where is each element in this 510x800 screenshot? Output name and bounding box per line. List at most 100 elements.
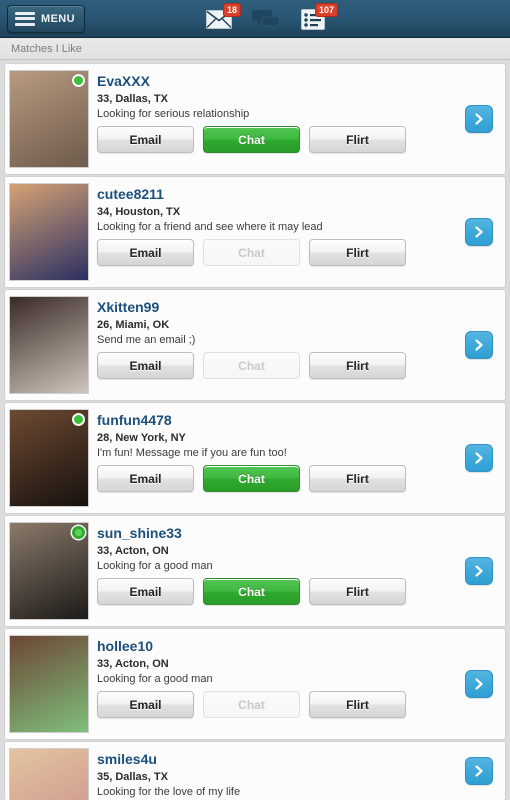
avatar[interactable]: [9, 70, 89, 168]
menu-button-label: MENU: [41, 12, 75, 25]
section-title-bar: Matches I Like: [0, 38, 510, 60]
chevron-right-icon: [475, 226, 483, 238]
flirt-button[interactable]: Flirt: [309, 578, 406, 605]
username[interactable]: sun_shine33: [97, 525, 445, 541]
email-button[interactable]: Email: [97, 465, 194, 492]
match-row[interactable]: EvaXXX 33, Dallas, TX Looking for serious …: [4, 63, 506, 175]
action-buttons: Email Chat Flirt: [97, 126, 406, 153]
match-row[interactable]: smiles4u 35, Dallas, TX Looking for the lo…: [4, 741, 506, 800]
flirt-button[interactable]: Flirt: [309, 352, 406, 379]
email-button[interactable]: Email: [97, 691, 194, 718]
chat-button: Chat: [203, 239, 300, 266]
app-header: MENU 18 107: [0, 0, 510, 38]
age-location: 34, Houston, TX: [97, 206, 181, 218]
avatar[interactable]: [9, 183, 89, 281]
avatar-image[interactable]: [9, 183, 89, 281]
avatar[interactable]: [9, 748, 89, 800]
tagline: Looking for a friend and see where it ma…: [97, 221, 323, 233]
hamburger-icon: [15, 11, 35, 26]
chat-button[interactable]: Chat: [203, 465, 300, 492]
chat-button[interactable]: Chat: [203, 126, 300, 153]
match-info: hollee10 33, Acton, ON Looking for a good …: [97, 638, 445, 687]
header-icon-group: 18 107: [204, 0, 338, 38]
username[interactable]: Xkitten99: [97, 299, 445, 315]
chevron-right-icon: [475, 452, 483, 464]
match-row[interactable]: sun_shine33 33, Acton, ON Looking for a go…: [4, 515, 506, 627]
match-info: cutee8211 34, Houston, TX Looking for a fr…: [97, 186, 445, 235]
avatar-image[interactable]: [9, 635, 89, 733]
chat-button: Chat: [203, 352, 300, 379]
flirt-button[interactable]: Flirt: [309, 126, 406, 153]
chevron-right-icon: [475, 678, 483, 690]
flirt-button[interactable]: Flirt: [309, 465, 406, 492]
chevron-right-icon: [475, 765, 483, 777]
match-row[interactable]: funfun4478 28, New York, NY I'm fun! Messa…: [4, 402, 506, 514]
tagline: Looking for a good man: [97, 560, 213, 572]
open-profile-button[interactable]: [465, 757, 493, 785]
match-list[interactable]: EvaXXX 33, Dallas, TX Looking for serious …: [0, 60, 510, 800]
username[interactable]: cutee8211: [97, 186, 445, 202]
age-location: 35, Dallas, TX: [97, 771, 168, 783]
email-button[interactable]: Email: [97, 239, 194, 266]
match-row[interactable]: hollee10 33, Acton, ON Looking for a good …: [4, 628, 506, 740]
match-info: Xkitten99 26, Miami, OK Send me an email ;…: [97, 299, 445, 348]
chevron-right-icon: [475, 339, 483, 351]
email-button[interactable]: Email: [97, 578, 194, 605]
tagline: Send me an email ;): [97, 334, 196, 346]
open-profile-button[interactable]: [465, 557, 493, 585]
open-profile-button[interactable]: [465, 105, 493, 133]
action-buttons: Email Chat Flirt: [97, 465, 406, 492]
tagline: Looking for a good man: [97, 673, 213, 685]
match-info: EvaXXX 33, Dallas, TX Looking for serious …: [97, 73, 445, 122]
tagline: I'm fun! Message me if you are fun too!: [97, 447, 287, 459]
menu-button[interactable]: MENU: [7, 4, 85, 33]
activity-icon-button[interactable]: 107: [298, 3, 338, 32]
match-info: funfun4478 28, New York, NY I'm fun! Messa…: [97, 412, 445, 461]
username[interactable]: hollee10: [97, 638, 445, 654]
age-location: 26, Miami, OK: [97, 319, 170, 331]
chat-icon-button[interactable]: [251, 6, 281, 32]
match-row[interactable]: Xkitten99 26, Miami, OK Send me an email ;…: [4, 289, 506, 401]
chat-bubbles-icon: [252, 9, 280, 30]
action-buttons: Email Chat Flirt: [97, 691, 406, 718]
match-row[interactable]: cutee8211 34, Houston, TX Looking for a fr…: [4, 176, 506, 288]
avatar[interactable]: [9, 409, 89, 507]
flirt-button[interactable]: Flirt: [309, 239, 406, 266]
online-status-icon: [72, 74, 85, 87]
email-button[interactable]: Email: [97, 126, 194, 153]
open-profile-button[interactable]: [465, 670, 493, 698]
avatar[interactable]: [9, 522, 89, 620]
mail-icon-button[interactable]: 18: [204, 3, 241, 32]
chevron-right-icon: [475, 565, 483, 577]
action-buttons: Email Chat Flirt: [97, 578, 406, 605]
page-title: Matches I Like: [11, 42, 82, 55]
open-profile-button[interactable]: [465, 444, 493, 472]
open-profile-button[interactable]: [465, 331, 493, 359]
avatar[interactable]: [9, 635, 89, 733]
match-info: sun_shine33 33, Acton, ON Looking for a go…: [97, 525, 445, 574]
online-status-icon: [72, 526, 85, 539]
age-location: 33, Acton, ON: [97, 658, 169, 670]
flirt-button[interactable]: Flirt: [309, 691, 406, 718]
chat-button: Chat: [203, 691, 300, 718]
email-button[interactable]: Email: [97, 352, 194, 379]
avatar[interactable]: [9, 296, 89, 394]
online-status-icon: [72, 413, 85, 426]
open-profile-button[interactable]: [465, 218, 493, 246]
username[interactable]: smiles4u: [97, 751, 445, 767]
action-buttons: Email Chat Flirt: [97, 239, 406, 266]
avatar-image[interactable]: [9, 296, 89, 394]
mail-badge: 18: [222, 3, 241, 17]
username[interactable]: funfun4478: [97, 412, 445, 428]
avatar-image[interactable]: [9, 748, 89, 800]
chat-button[interactable]: Chat: [203, 578, 300, 605]
age-location: 33, Acton, ON: [97, 545, 169, 557]
age-location: 28, New York, NY: [97, 432, 186, 444]
activity-badge: 107: [314, 3, 338, 17]
match-info: smiles4u 35, Dallas, TX Looking for the lo…: [97, 751, 445, 800]
age-location: 33, Dallas, TX: [97, 93, 168, 105]
action-buttons: Email Chat Flirt: [97, 352, 406, 379]
tagline: Looking for the love of my life: [97, 786, 241, 798]
username[interactable]: EvaXXX: [97, 73, 445, 89]
chevron-right-icon: [475, 113, 483, 125]
